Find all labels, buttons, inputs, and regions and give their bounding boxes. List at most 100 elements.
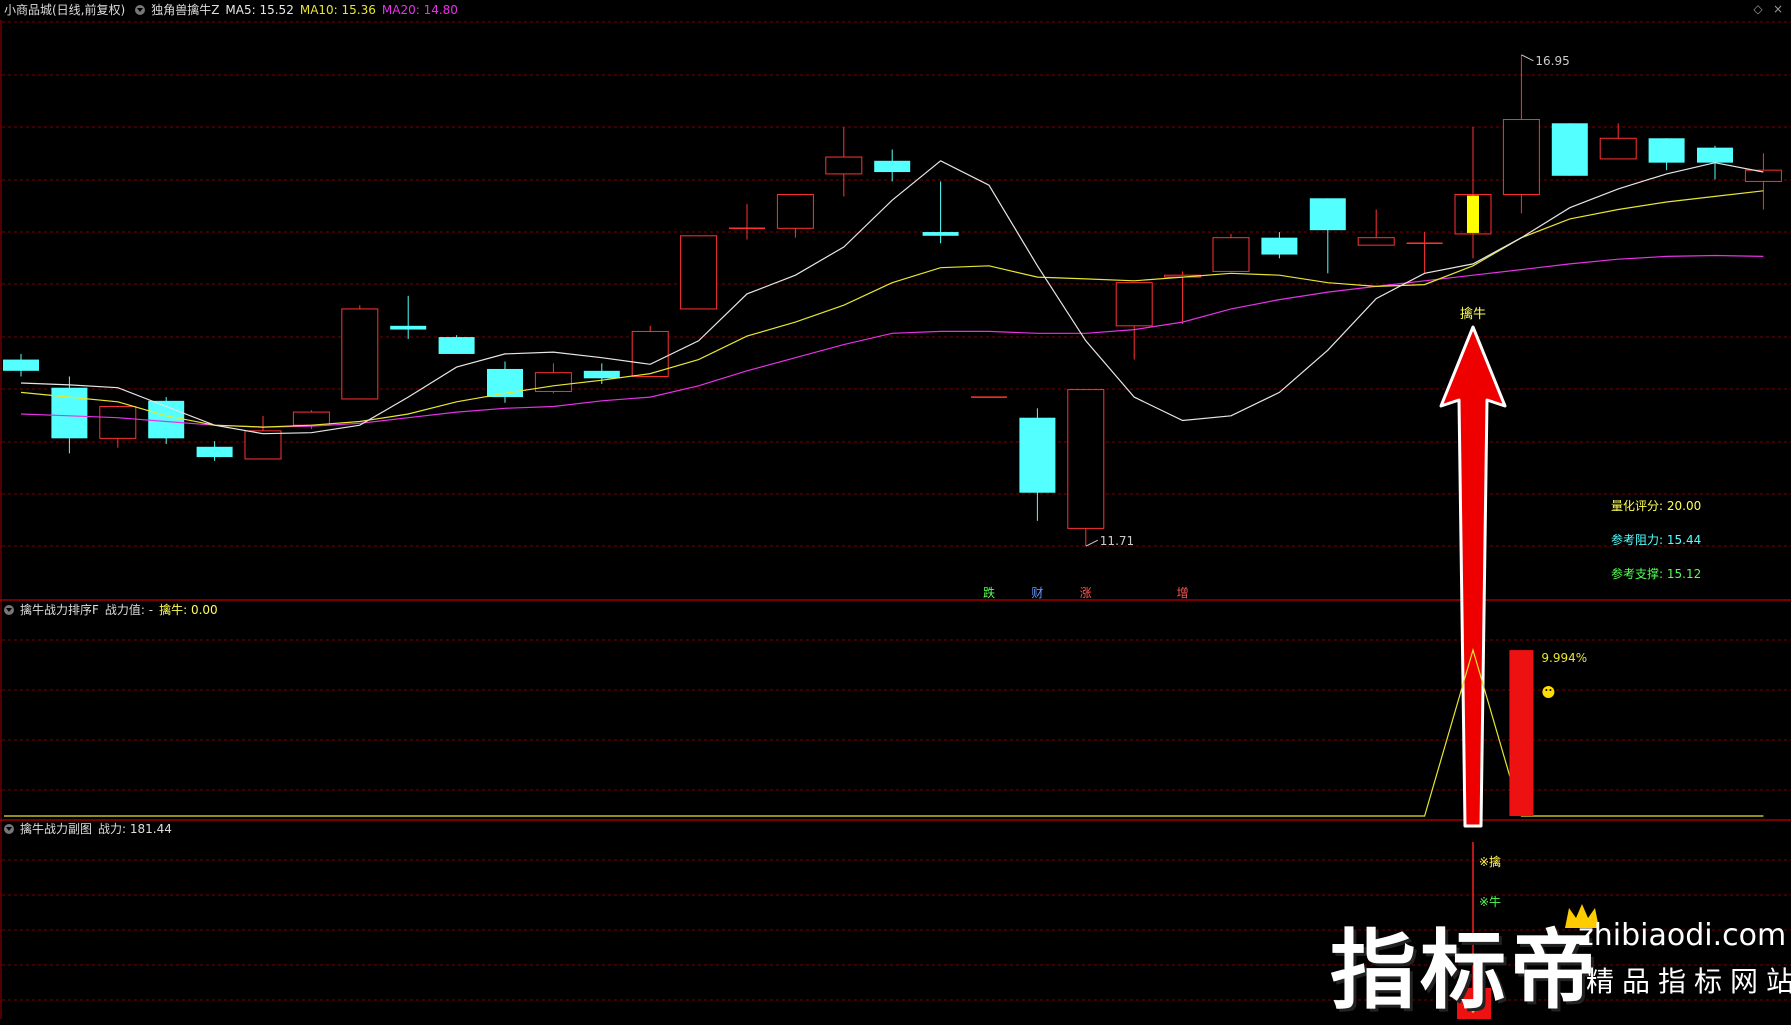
sub2-value: 战力: 181.44 [98,822,172,836]
candle [534,363,572,394]
candle [438,335,475,354]
close-icon[interactable]: × [1772,3,1784,15]
candle-body-up [534,372,572,392]
candle-body-down [196,446,233,458]
event-label: 财 [1031,586,1043,600]
candle [244,415,282,460]
sub1-name[interactable]: 擒牛战力排序F [20,603,99,617]
candle-body-up [99,405,137,439]
candle [1019,408,1056,521]
candle [729,203,765,240]
ma10-line [20,190,1764,428]
dropdown-icon[interactable] [4,605,14,615]
candle-body-down [1261,237,1298,255]
smiley-icon [1542,686,1555,698]
candle [341,305,379,400]
candle-body-up [1212,237,1250,272]
sub2-mark: ※擒 [1479,854,1501,869]
candle [922,181,959,244]
sub-panel-1-header: 擒牛战力排序F 战力值: - 擒牛: 0.00 [0,600,224,620]
sub2-name[interactable]: 擒牛战力副图 [20,822,92,836]
candle-body-up [776,194,814,229]
candle [1744,153,1782,210]
info-text: 参考阻力: 15.44 [1611,532,1701,547]
candle-body-down [1697,147,1733,163]
candle [196,441,233,461]
candle [1212,233,1250,272]
candle-body-up [1502,119,1540,196]
candle-body-down [1648,138,1685,163]
candle-body-up [341,308,379,400]
sub1-qinniu: 擒牛: 0.00 [159,603,218,617]
candle-body-up [292,411,330,426]
ma20-readout: MA20: 14.80 [381,3,458,17]
candle [390,295,427,339]
ma5-readout: MA5: 15.52 [225,3,294,17]
candle [1551,123,1588,176]
watermark-url: zhibiaodi.com [1578,918,1787,953]
high-price-label: 16.95 [1535,54,1569,68]
candle-body-down [1019,417,1056,493]
signal-arrow [1439,325,1507,828]
candle [631,325,669,377]
ma10-readout: MA10: 15.36 [299,3,376,17]
high-marker [1521,54,1534,62]
candle-body-up [1357,237,1395,246]
info-text: 参考支撑: 15.12 [1611,566,1701,581]
candle-body-up [1115,282,1153,327]
candle-body-down [1309,198,1346,231]
sub-panel-2-header: 擒牛战力副图 战力: 181.44 [0,819,178,839]
candle-body-up [1067,389,1105,529]
smiley-eye [1549,689,1552,691]
candle-body-down [1551,123,1588,176]
sub1-value: 战力值: - [104,603,154,617]
candle-body-down [583,370,620,379]
low-price-label: 11.71 [1100,534,1134,548]
candle [3,353,39,377]
candle-body-down [874,160,911,173]
stock-name[interactable]: 小商品城(日线,前复权) [4,3,125,17]
indicator-name[interactable]: 独角兽擒牛Z [151,3,219,17]
info-text: 量化评分: 20.00 [1611,499,1701,513]
low-marker [1085,539,1099,547]
candle [1115,282,1153,360]
candle [1164,271,1202,324]
candle [1406,232,1443,274]
candle-body-down [3,359,39,371]
collapse-icon[interactable]: ◇ [1752,3,1764,15]
candle [583,363,620,384]
candle [680,235,718,310]
stock-chart-window: 16.95 11.71 跌 财 涨 增 擒牛量化评分: 20.00 参考阻力: 15.44 参考… [0,0,1791,1021]
candle [776,194,814,238]
candlestick-chart[interactable]: 16.95 11.71 跌 财 涨 增 擒牛量化评分: 20.00 参考阻力: 15.44 参考… [0,0,1791,1019]
candle [1648,138,1685,171]
main-panel-header: 小商品城(日线,前复权) 独角兽擒牛Z MA5: 15.52 MA10: 15.36 M… [0,0,464,20]
watermark-main: 指标帝 [1330,921,1600,1021]
event-label: 涨 [1080,585,1092,600]
candle [487,361,523,403]
candle [825,127,863,197]
signal-candle-fill [1467,195,1479,233]
candle [1502,54,1540,214]
candle-body-down [922,232,959,236]
candle-body-down [390,325,427,330]
candle [1599,123,1637,160]
signal-label: 擒牛 [1460,306,1486,322]
smiley-eye [1545,689,1548,691]
sub1-pct-label: 9.994% [1541,651,1587,665]
candle [1454,127,1492,259]
candle-body-up [825,156,863,175]
dropdown-icon[interactable] [135,5,146,15]
candle [874,149,911,182]
dropdown-icon[interactable] [4,824,14,834]
candle [1067,389,1105,547]
candle [1261,232,1298,259]
ma5-line [20,160,1764,435]
event-label: 跌 [983,585,995,600]
candle-body-down [438,337,475,354]
event-label: 增 [1177,586,1189,600]
candle-body-up [244,430,282,460]
candle-body-up [680,235,718,310]
candle [1357,209,1395,246]
watermark-sub: 精品指标网站 [1586,965,1791,998]
